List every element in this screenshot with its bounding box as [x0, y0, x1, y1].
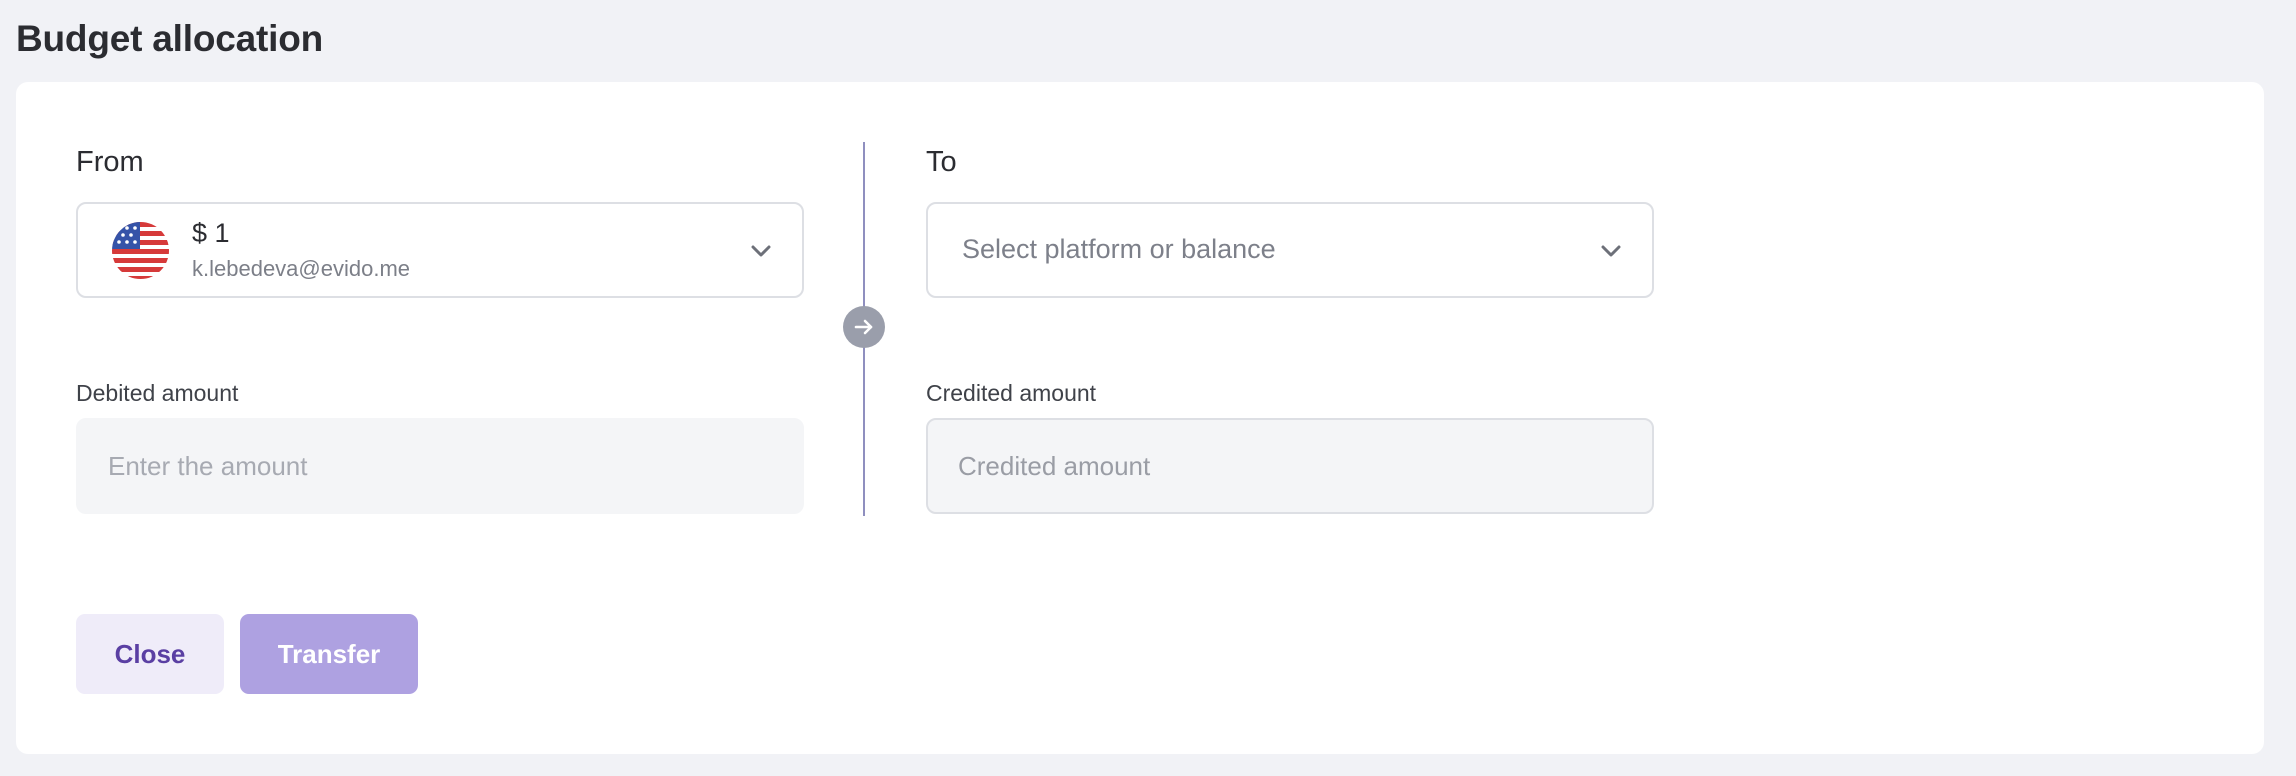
chevron-down-icon — [1601, 245, 1621, 257]
debited-amount-input[interactable] — [76, 418, 804, 514]
to-label: To — [926, 146, 957, 178]
chevron-down-icon — [751, 245, 771, 257]
debited-amount-label: Debited amount — [76, 380, 239, 406]
budget-allocation-card: From $ 1 k.lebedeva@evido.me Debited amo… — [16, 82, 2264, 754]
transfer-button[interactable]: Transfer — [240, 614, 418, 694]
to-destination-select[interactable]: Select platform or balance — [926, 202, 1654, 298]
credited-amount-input — [926, 418, 1654, 514]
from-account-email: k.lebedeva@evido.me — [192, 256, 411, 281]
from-label: From — [76, 146, 144, 178]
to-select-placeholder: Select platform or balance — [962, 234, 1276, 264]
credited-amount-label: Credited amount — [926, 380, 1097, 406]
close-button[interactable]: Close — [76, 614, 224, 694]
from-balance-amount: $ 1 — [192, 218, 230, 248]
from-source-select[interactable]: $ 1 k.lebedeva@evido.me — [76, 202, 804, 298]
us-flag-icon — [112, 222, 169, 279]
arrow-right-icon — [843, 306, 885, 348]
page-title: Budget allocation — [16, 18, 323, 59]
